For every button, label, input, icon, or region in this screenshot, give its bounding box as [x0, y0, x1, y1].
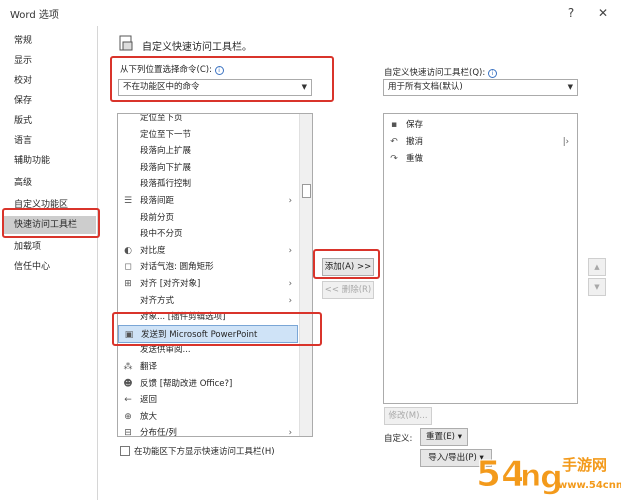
customize-qat-dropdown[interactable]: 用于所有文档(默认) ▼	[383, 79, 578, 96]
command-list-item[interactable]: ⊟ 分布任/列 ›	[118, 424, 300, 437]
highlight-box-choose	[110, 56, 334, 102]
command-list-item[interactable]: ← 返回	[118, 391, 300, 409]
command-label: 分布任/列	[140, 428, 177, 437]
reset-button[interactable]: 重置(E) ▾	[420, 428, 468, 446]
command-list-item[interactable]: 定位至下一节	[118, 126, 300, 144]
command-list-item[interactable]: 段前分页	[118, 209, 300, 227]
translate-icon: ⁂	[123, 362, 133, 372]
highlight-box-powerpoint	[112, 312, 322, 346]
feedback-icon: ☻	[123, 378, 133, 389]
command-list-item[interactable]: ⁂ 翻译	[118, 358, 300, 376]
modify-button[interactable]: 修改(M)...	[384, 407, 432, 425]
command-label: 段落间距	[140, 196, 175, 206]
command-list-item[interactable]: ⊞ 对齐 [对齐对象] ›	[118, 275, 300, 293]
command-list-item[interactable]: 段落向上扩展	[118, 142, 300, 160]
command-label: 反馈 [帮助改进 Office?]	[140, 378, 233, 389]
sidebar-item[interactable]: 保存	[4, 92, 96, 110]
highlight-box-add	[313, 249, 380, 279]
distribute-icon: ⊟	[124, 428, 132, 437]
site-watermark-logo: 54 n g 手游网 www.54cnm.cn	[476, 448, 621, 500]
show-below-ribbon-label: 在功能区下方显示快速访问工具栏(H)	[134, 447, 275, 457]
speech-bubble-icon: ◻	[124, 262, 132, 273]
command-list-item[interactable]: ☰ 段落间距 ›	[118, 192, 300, 210]
qat-list-item[interactable]: ↶ 撤消 |›	[384, 133, 577, 151]
close-button[interactable]: ✕	[592, 3, 614, 23]
submenu-chevron-icon: ›	[288, 196, 292, 206]
sidebar-item[interactable]: 版式	[4, 112, 96, 130]
scroll-thumb[interactable]	[302, 184, 311, 198]
customize-qat-value: 用于所有文档(默认)	[388, 82, 463, 92]
qat-listbox[interactable]: ▪ 保存 ↶ 撤消 |› ↷ 重做	[383, 113, 578, 404]
customize-label: 自定义:	[384, 434, 413, 444]
redo-icon: ↷	[390, 154, 398, 164]
command-label: 对比度	[140, 245, 166, 256]
submenu-chevron-icon: ›	[288, 295, 292, 306]
qat-item-label: 重做	[406, 154, 424, 164]
command-label: 对话气泡: 圆角矩形	[140, 262, 214, 273]
command-label: 段落向上扩展	[140, 146, 192, 157]
submenu-chevron-icon: ›	[288, 279, 292, 289]
sidebar-item[interactable]: 语言	[4, 132, 96, 150]
submenu-chevron-icon: ›	[288, 428, 292, 437]
window-title: Word 选项	[10, 10, 59, 21]
show-below-ribbon-checkbox[interactable]	[120, 446, 130, 456]
back-arrow-icon: ←	[124, 395, 132, 406]
submenu-chevron-icon: |›	[562, 137, 569, 147]
command-label: 返回	[140, 395, 158, 406]
command-label: 段中不分页	[140, 229, 183, 240]
remove-button[interactable]: << 删除(R)	[322, 281, 374, 299]
command-label: 段落向下扩展	[140, 162, 192, 173]
page-title: 自定义快速访问工具栏。	[142, 42, 252, 53]
help-button[interactable]: ?	[560, 3, 582, 23]
command-label: 段落孤行控制	[140, 179, 192, 190]
sidebar-item[interactable]: 加载项	[4, 238, 96, 256]
svg-text:54: 54	[476, 454, 526, 495]
command-list-item[interactable]: ◐ 对比度 ›	[118, 242, 300, 260]
command-label: 对齐方式	[140, 295, 175, 306]
sidebar-item[interactable]: 信任中心	[4, 258, 96, 276]
svg-text:n: n	[520, 459, 541, 494]
command-list-item[interactable]: ⊕ 放大	[118, 408, 300, 426]
command-list-item[interactable]: ☻ 反馈 [帮助改进 Office?]	[118, 375, 300, 393]
options-sidebar: 常规 显示 校对 保存 版式 语言 辅助功能 高级 自定义功能区 快速访问工具栏 加载项 信任中心	[2, 26, 98, 500]
contrast-icon: ◐	[124, 245, 132, 256]
svg-text:www.54cnm.cn: www.54cnm.cn	[558, 480, 621, 491]
command-list-item[interactable]: ◻ 对话气泡: 圆角矩形	[118, 258, 300, 276]
command-list-item[interactable]: 对齐方式 ›	[118, 292, 300, 310]
qat-list-item[interactable]: ▪ 保存	[384, 116, 577, 134]
undo-icon: ↶	[390, 137, 398, 147]
paragraph-spacing-icon: ☰	[123, 196, 133, 206]
command-list-item[interactable]: 段中不分页	[118, 225, 300, 243]
svg-text:手游网: 手游网	[562, 456, 607, 474]
move-down-button[interactable]: ▼	[588, 278, 606, 296]
align-icon: ⊞	[124, 279, 132, 289]
title-bar: Word 选项 ? ✕	[0, 0, 621, 26]
command-label: 对齐 [对齐对象]	[140, 279, 201, 289]
sidebar-item[interactable]: 显示	[4, 52, 96, 70]
sidebar-item[interactable]: 高级	[4, 174, 96, 192]
command-label: 翻译	[140, 362, 158, 372]
command-label: 定位至下一节	[140, 129, 192, 140]
command-label: 段前分页	[140, 212, 175, 223]
move-up-button[interactable]: ▲	[588, 258, 606, 276]
sidebar-item[interactable]: 常规	[4, 32, 96, 50]
chevron-down-icon: ▼	[567, 83, 573, 91]
save-icon: ▪	[390, 120, 398, 130]
command-list-item[interactable]: 段落向下扩展	[118, 159, 300, 177]
command-label: 放大	[140, 411, 158, 422]
commands-listbox[interactable]: 定位至下页 定位至下一节 段落向上扩展 段落向下扩展 段落孤行控制 ☰ 段落间距 › 段前分页段…	[117, 113, 313, 437]
qat-header-icon	[118, 34, 134, 52]
submenu-chevron-icon: ›	[288, 245, 292, 256]
zoom-in-icon: ⊕	[124, 411, 132, 422]
info-icon: i	[487, 69, 497, 78]
qat-list-item[interactable]: ↷ 重做	[384, 150, 577, 168]
highlight-box-nav	[2, 208, 100, 238]
sidebar-item[interactable]: 辅助功能	[4, 152, 96, 170]
qat-item-label: 保存	[406, 120, 424, 130]
qat-item-label: 撤消	[406, 137, 424, 147]
customize-qat-label: 自定义快速访问工具栏(Q): i	[384, 66, 497, 78]
commands-scrollbar[interactable]	[299, 114, 312, 436]
command-list-item[interactable]: 段落孤行控制	[118, 175, 300, 193]
sidebar-item[interactable]: 校对	[4, 72, 96, 90]
